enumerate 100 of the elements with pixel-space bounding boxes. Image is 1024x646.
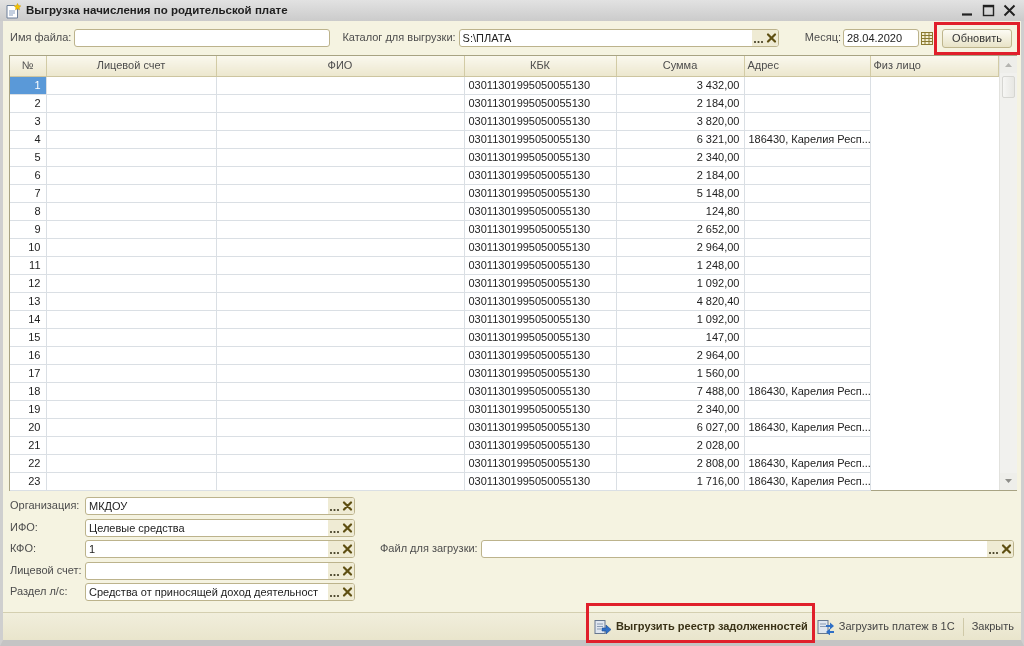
row-number[interactable]: 14 bbox=[10, 310, 46, 328]
table-cell: 03011301995050055130 bbox=[464, 130, 616, 148]
row-number[interactable]: 21 bbox=[10, 436, 46, 454]
row-number[interactable]: 19 bbox=[10, 400, 46, 418]
table-cell: 1 716,00 bbox=[616, 472, 744, 490]
input-field[interactable]: 1 bbox=[85, 540, 355, 558]
ellipsis-icon[interactable] bbox=[987, 541, 1000, 557]
table-cell: 2 964,00 bbox=[616, 346, 744, 364]
row-number[interactable]: 20 bbox=[10, 418, 46, 436]
row-number[interactable]: 4 bbox=[10, 130, 46, 148]
calendar-icon[interactable] bbox=[921, 31, 933, 45]
table-cell: 2 184,00 bbox=[616, 94, 744, 112]
table-cell: 03011301995050055130 bbox=[464, 472, 616, 490]
ellipsis-icon[interactable] bbox=[328, 541, 341, 557]
row-number[interactable]: 12 bbox=[10, 274, 46, 292]
table-cell: 1 560,00 bbox=[616, 364, 744, 382]
field-label: Раздел л/с: bbox=[10, 585, 69, 599]
ellipsis-icon[interactable] bbox=[328, 498, 341, 514]
row-number[interactable]: 2 bbox=[10, 94, 46, 112]
column-header: Сумма bbox=[616, 56, 744, 76]
column-header: ФИО bbox=[216, 56, 464, 76]
table-cell: 6 321,00 bbox=[616, 130, 744, 148]
input-field[interactable]: Средства от приносящей доход деятельност bbox=[85, 583, 355, 601]
column-header: Адрес bbox=[744, 56, 870, 76]
clear-icon[interactable] bbox=[1000, 541, 1013, 557]
sheet-arrows-icon bbox=[816, 618, 835, 635]
row-number[interactable]: 3 bbox=[10, 112, 46, 130]
field-label: КФО: bbox=[10, 542, 37, 556]
table-cell: 7 488,00 bbox=[616, 382, 744, 400]
table-cell: 2 340,00 bbox=[616, 400, 744, 418]
column-header: Физ лицо bbox=[870, 56, 998, 76]
row-number[interactable]: 6 bbox=[10, 166, 46, 184]
table-cell: 03011301995050055130 bbox=[464, 76, 616, 94]
ellipsis-icon[interactable] bbox=[328, 584, 341, 600]
row-number[interactable]: 7 bbox=[10, 184, 46, 202]
table-cell: 6 027,00 bbox=[616, 418, 744, 436]
row-number[interactable]: 23 bbox=[10, 472, 46, 490]
clear-icon[interactable] bbox=[341, 562, 354, 579]
scroll-thumb[interactable] bbox=[1001, 76, 1015, 98]
table-cell: 03011301995050055130 bbox=[464, 274, 616, 292]
table-cell: 03011301995050055130 bbox=[464, 292, 616, 310]
input-field[interactable] bbox=[480, 540, 1014, 558]
input-field[interactable] bbox=[74, 29, 331, 47]
row-number[interactable]: 10 bbox=[10, 238, 46, 256]
row-number[interactable]: 5 bbox=[10, 148, 46, 166]
table-cell: 03011301995050055130 bbox=[464, 202, 616, 220]
clear-icon[interactable] bbox=[341, 584, 354, 600]
field-label: Месяц: bbox=[804, 31, 841, 45]
maximize-icon[interactable] bbox=[982, 4, 995, 17]
table-cell: 03011301995050055130 bbox=[464, 400, 616, 418]
load-button[interactable]: Загрузить платеж в 1С bbox=[814, 615, 957, 638]
table-cell: 03011301995050055130 bbox=[464, 112, 616, 130]
table-cell: 2 340,00 bbox=[616, 148, 744, 166]
row-number[interactable]: 22 bbox=[10, 454, 46, 472]
row-number[interactable]: 8 bbox=[10, 202, 46, 220]
input-field[interactable]: S:\ПЛАТА bbox=[458, 29, 779, 47]
table-cell: 03011301995050055130 bbox=[464, 364, 616, 382]
table-cell: 03011301995050055130 bbox=[464, 166, 616, 184]
table-cell: 03011301995050055130 bbox=[464, 418, 616, 436]
ellipsis-icon[interactable] bbox=[328, 519, 341, 536]
table-cell: 186430, Карелия Респ... bbox=[744, 382, 870, 400]
ellipsis-icon[interactable] bbox=[751, 30, 765, 46]
export-button[interactable]: Выгрузить реестр задолженностей bbox=[591, 615, 810, 638]
table-cell: 03011301995050055130 bbox=[464, 382, 616, 400]
table-cell: 03011301995050055130 bbox=[464, 328, 616, 346]
clear-icon[interactable] bbox=[341, 519, 354, 536]
clear-icon[interactable] bbox=[341, 498, 354, 514]
scrollbar[interactable] bbox=[998, 56, 1017, 490]
table-cell: 03011301995050055130 bbox=[464, 310, 616, 328]
table-cell: 1 092,00 bbox=[616, 274, 744, 292]
table-cell: 2 184,00 bbox=[616, 166, 744, 184]
table-cell: 03011301995050055130 bbox=[464, 94, 616, 112]
row-number[interactable]: 9 bbox=[10, 220, 46, 238]
field-label: Файл для загрузки: bbox=[380, 542, 478, 556]
column-header: № bbox=[10, 56, 46, 76]
row-number[interactable]: 17 bbox=[10, 364, 46, 382]
close-icon[interactable] bbox=[1003, 4, 1016, 17]
table-cell: 03011301995050055130 bbox=[464, 148, 616, 166]
input-field[interactable]: МКДОУ bbox=[85, 497, 355, 515]
table-cell: 2 808,00 bbox=[616, 454, 744, 472]
input-field[interactable] bbox=[85, 561, 355, 580]
row-number[interactable]: 15 bbox=[10, 328, 46, 346]
date-field[interactable]: 28.04.2020 bbox=[843, 29, 919, 47]
row-number[interactable]: 18 bbox=[10, 382, 46, 400]
document-icon bbox=[5, 2, 21, 19]
row-number[interactable]: 16 bbox=[10, 346, 46, 364]
sheet-arrow-icon bbox=[593, 618, 612, 635]
column-header: КБК bbox=[464, 56, 616, 76]
window-title: Выгрузка начисления по родительской плате bbox=[26, 3, 288, 18]
table-cell: 03011301995050055130 bbox=[464, 256, 616, 274]
row-number[interactable]: 11 bbox=[10, 256, 46, 274]
field-label: Имя файла: bbox=[10, 31, 72, 45]
table-cell: 2 652,00 bbox=[616, 220, 744, 238]
input-field[interactable]: Целевые средства bbox=[85, 518, 355, 537]
refresh-button[interactable]: Обновить bbox=[942, 28, 1012, 48]
row-number[interactable]: 13 bbox=[10, 292, 46, 310]
table-cell: 03011301995050055130 bbox=[464, 238, 616, 256]
clear-icon[interactable] bbox=[341, 541, 354, 557]
ellipsis-icon[interactable] bbox=[328, 562, 341, 579]
close-button[interactable]: Закрыть bbox=[969, 615, 1016, 638]
